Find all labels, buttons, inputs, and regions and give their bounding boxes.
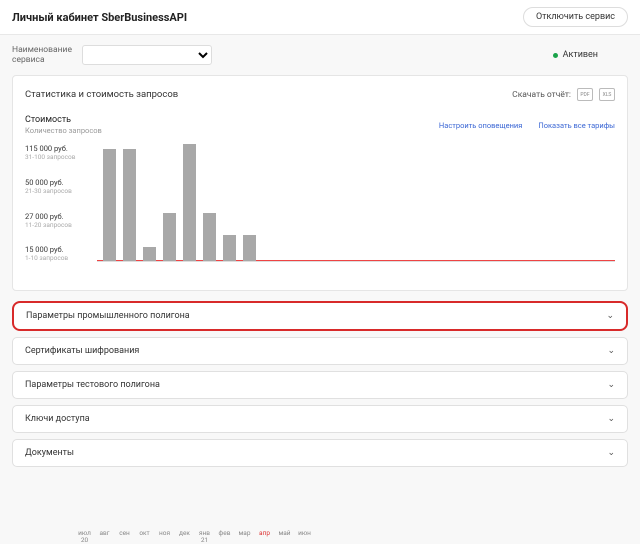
download-label: Скачать отчёт:: [512, 90, 571, 100]
chart-bar: [183, 144, 196, 261]
accordion-item[interactable]: Ключи доступа ⌄: [12, 405, 628, 433]
chart-bar: [243, 235, 256, 261]
accordion-list: Параметры промышленного полигона⌄Сертифи…: [12, 301, 628, 467]
ytick: 115 000 руб.31-100 запросов: [25, 144, 97, 161]
chart-bar: [143, 247, 156, 262]
xlabel: апр: [258, 530, 271, 544]
chart-bar: [103, 149, 116, 261]
xlabel: июл 20: [78, 530, 91, 544]
stats-card: Статистика и стоимость запросов Скачать …: [12, 75, 628, 291]
accordion-item[interactable]: Сертификаты шифрования ⌄: [12, 337, 628, 365]
service-select[interactable]: [82, 45, 212, 65]
ytick: 15 000 руб.1-10 запросов: [25, 245, 97, 262]
xlabel: фев: [218, 530, 231, 544]
service-label: Наименование сервиса: [12, 45, 68, 65]
chart-bars: [97, 144, 615, 261]
download-xls-icon[interactable]: XLS: [599, 88, 615, 101]
download-pdf-icon[interactable]: PDF: [577, 88, 593, 101]
chart-bar: [163, 213, 176, 262]
accordion-label: Параметры промышленного полигона: [26, 311, 190, 321]
xlabel: дек: [178, 530, 191, 544]
chevron-down-icon: ⌄: [607, 414, 615, 424]
link-tariffs[interactable]: Показать все тарифы: [538, 121, 615, 130]
xlabel: янв 21: [198, 530, 211, 544]
xlabel: май: [278, 530, 291, 544]
service-bar: Наименование сервиса Активен: [0, 35, 640, 75]
chart-bar: [203, 213, 216, 262]
chevron-down-icon: ⌄: [606, 311, 614, 321]
ytick: 27 000 руб.11-20 запросов: [25, 212, 97, 229]
chart-plot: [97, 144, 615, 262]
xlabel: мар: [238, 530, 251, 544]
link-alerts[interactable]: Настроить оповещения: [439, 121, 522, 130]
tab-cost[interactable]: Стоимость: [25, 115, 615, 125]
xlabel: окт: [138, 530, 151, 544]
chart: 115 000 руб.31-100 запросов 50 000 руб.21…: [25, 138, 615, 278]
page-title: Личный кабинет SberBusinessAPI: [12, 11, 187, 24]
topbar: Личный кабинет SberBusinessAPI Отключить…: [0, 0, 640, 35]
tab-count[interactable]: Количество запросов: [25, 126, 615, 135]
chevron-down-icon: ⌄: [607, 448, 615, 458]
ytick: 50 000 руб.21-30 запросов: [25, 178, 97, 195]
chart-xaxis: июл 20 авгсеноктноядек янв 21 февмарапрмайи…: [72, 530, 640, 544]
service-status: Активен: [553, 50, 598, 60]
chart-bar: [223, 235, 236, 261]
accordion-label: Сертификаты шифрования: [25, 346, 139, 356]
card-title: Статистика и стоимость запросов: [25, 89, 178, 100]
status-text: Активен: [563, 50, 598, 60]
chevron-down-icon: ⌄: [607, 346, 615, 356]
xlabel: сен: [118, 530, 131, 544]
xlabel: ноя: [158, 530, 171, 544]
accordion-label: Ключи доступа: [25, 414, 90, 424]
accordion-item[interactable]: Параметры промышленного полигона ⌄: [12, 301, 628, 331]
xlabel: авг: [98, 530, 111, 544]
chart-bar: [123, 149, 136, 261]
accordion-item[interactable]: Документы ⌄: [12, 439, 628, 467]
accordion-label: Параметры тестового полигона: [25, 380, 160, 390]
accordion-item[interactable]: Параметры тестового полигона ⌄: [12, 371, 628, 399]
disable-service-button[interactable]: Отключить сервис: [523, 7, 628, 27]
accordion-label: Документы: [25, 448, 74, 458]
chart-yaxis: 115 000 руб.31-100 запросов 50 000 руб.21…: [25, 144, 97, 278]
chevron-down-icon: ⌄: [607, 380, 615, 390]
status-dot-icon: [553, 53, 558, 58]
xlabel: июн: [298, 530, 311, 544]
